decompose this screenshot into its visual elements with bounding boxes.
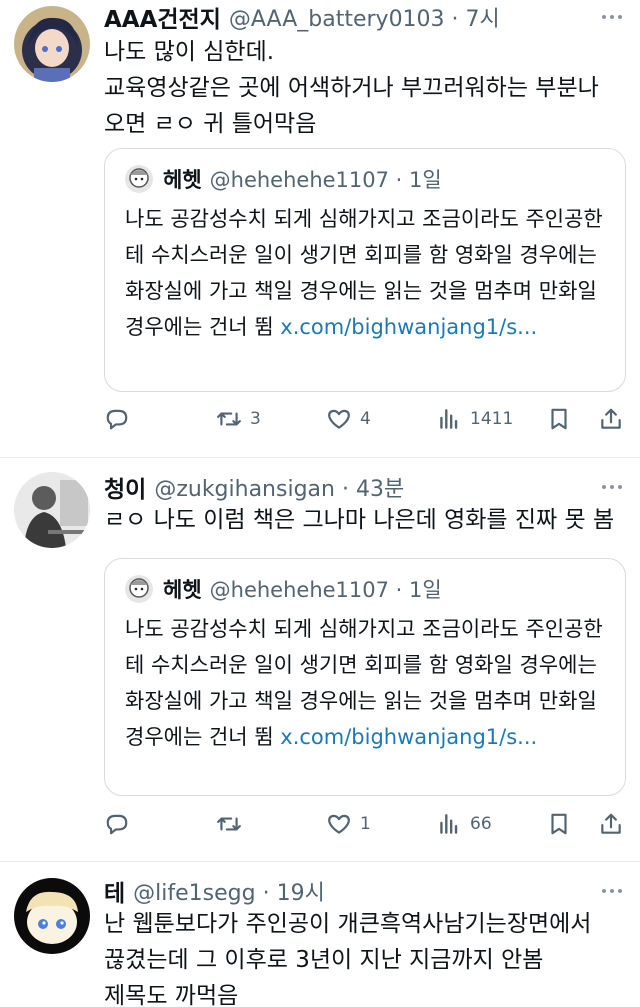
handle-and-time[interactable]: @life1segg · 19시	[133, 875, 325, 907]
retweet-icon	[217, 412, 241, 426]
quote-link[interactable]: x.com/bighwanjang1/s...	[280, 725, 537, 749]
quote-display-name: 헤헷	[163, 168, 202, 192]
view-count: 66	[470, 814, 492, 834]
view-count: 1411	[470, 409, 514, 429]
tweet-text: ㄹㅇ 나도 이럼 책은 그나마 나은데 영화를 진짜 못 봄	[104, 507, 615, 533]
share-icon	[601, 408, 621, 429]
retweet-button[interactable]: 3	[216, 403, 261, 435]
retweet-button[interactable]	[216, 808, 250, 840]
reply-icon	[106, 409, 128, 430]
views-button[interactable]: 66	[436, 808, 492, 840]
views-icon	[440, 814, 458, 834]
more-icon[interactable]	[598, 877, 626, 905]
more-icon[interactable]	[598, 3, 626, 31]
bookmark-button[interactable]	[546, 403, 572, 435]
like-icon	[328, 409, 350, 429]
quote-avatar	[125, 165, 153, 193]
views-icon	[440, 409, 458, 429]
display-name[interactable]: 청이	[104, 470, 146, 504]
handle-and-time[interactable]: @AAA_battery0103 · 7시	[229, 1, 500, 33]
quote-tweet[interactable]: 헤헷 @hehehehe1107 · 1일 나도 공감성수치 되게 심해가지고 …	[104, 148, 626, 392]
tweet[interactable]: AAA건전지 @AAA_battery0103 · 7시 나도 많이 심한데. …	[0, 0, 640, 456]
quote-tweet[interactable]: 헤헷 @hehehehe1107 · 1일 나도 공감성수치 되게 심해가지고 …	[104, 558, 626, 796]
retweet-icon	[217, 817, 241, 831]
views-button[interactable]: 1411	[436, 403, 513, 435]
more-icon[interactable]	[598, 473, 626, 501]
action-bar: 3 4 1411	[104, 403, 624, 435]
avatar[interactable]	[14, 878, 90, 954]
like-icon	[328, 814, 350, 834]
share-icon	[601, 813, 621, 834]
quote-handle-and-time: @hehehehe1107 · 1일	[209, 168, 442, 192]
reply-button[interactable]	[104, 808, 138, 840]
reply-icon	[106, 814, 128, 835]
action-bar: 1 66	[104, 808, 624, 840]
bookmark-icon	[551, 813, 567, 835]
share-button[interactable]	[598, 403, 624, 435]
display-name[interactable]: AAA건전지	[104, 0, 221, 34]
share-button[interactable]	[598, 808, 624, 840]
like-button[interactable]: 4	[326, 403, 371, 435]
quote-avatar	[125, 575, 153, 603]
quote-link[interactable]: x.com/bighwanjang1/s...	[280, 315, 537, 339]
avatar[interactable]	[14, 6, 90, 82]
like-count: 1	[360, 814, 371, 834]
quote-handle-and-time: @hehehehe1107 · 1일	[209, 578, 442, 602]
tweet-text: 난 웹툰보다가 주인공이 개큰흑역사남기는장면에서 끊겼는데 그 이후로 3년이…	[104, 911, 592, 1007]
tweet-text: 나도 많이 심한데. 교육영상같은 곳에 어색하거나 부끄러워하는 부분나 오면…	[104, 39, 599, 137]
tweet[interactable]: 테 @life1segg · 19시 난 웹툰보다가 주인공이 개큰흑역사남기는…	[0, 862, 640, 1007]
display-name[interactable]: 테	[104, 874, 125, 908]
tweet[interactable]: 청이 @zukgihansigan · 43분 ㄹㅇ 나도 이럼 책은 그나마 …	[0, 458, 640, 860]
bookmark-icon	[551, 408, 567, 430]
avatar[interactable]	[14, 472, 90, 548]
like-count: 4	[360, 409, 371, 429]
handle-and-time[interactable]: @zukgihansigan · 43분	[154, 471, 404, 503]
quote-display-name: 헤헷	[163, 578, 202, 602]
bookmark-button[interactable]	[546, 808, 572, 840]
like-button[interactable]: 1	[326, 808, 371, 840]
reply-button[interactable]	[104, 403, 138, 435]
quote-text-block: 나도 공감성수치 되게 심해가지고 조금이라도 주인공한테 수치스러운 일이 생…	[125, 201, 603, 345]
quote-text-block: 나도 공감성수치 되게 심해가지고 조금이라도 주인공한테 수치스러운 일이 생…	[125, 611, 603, 755]
retweet-count: 3	[250, 409, 261, 429]
